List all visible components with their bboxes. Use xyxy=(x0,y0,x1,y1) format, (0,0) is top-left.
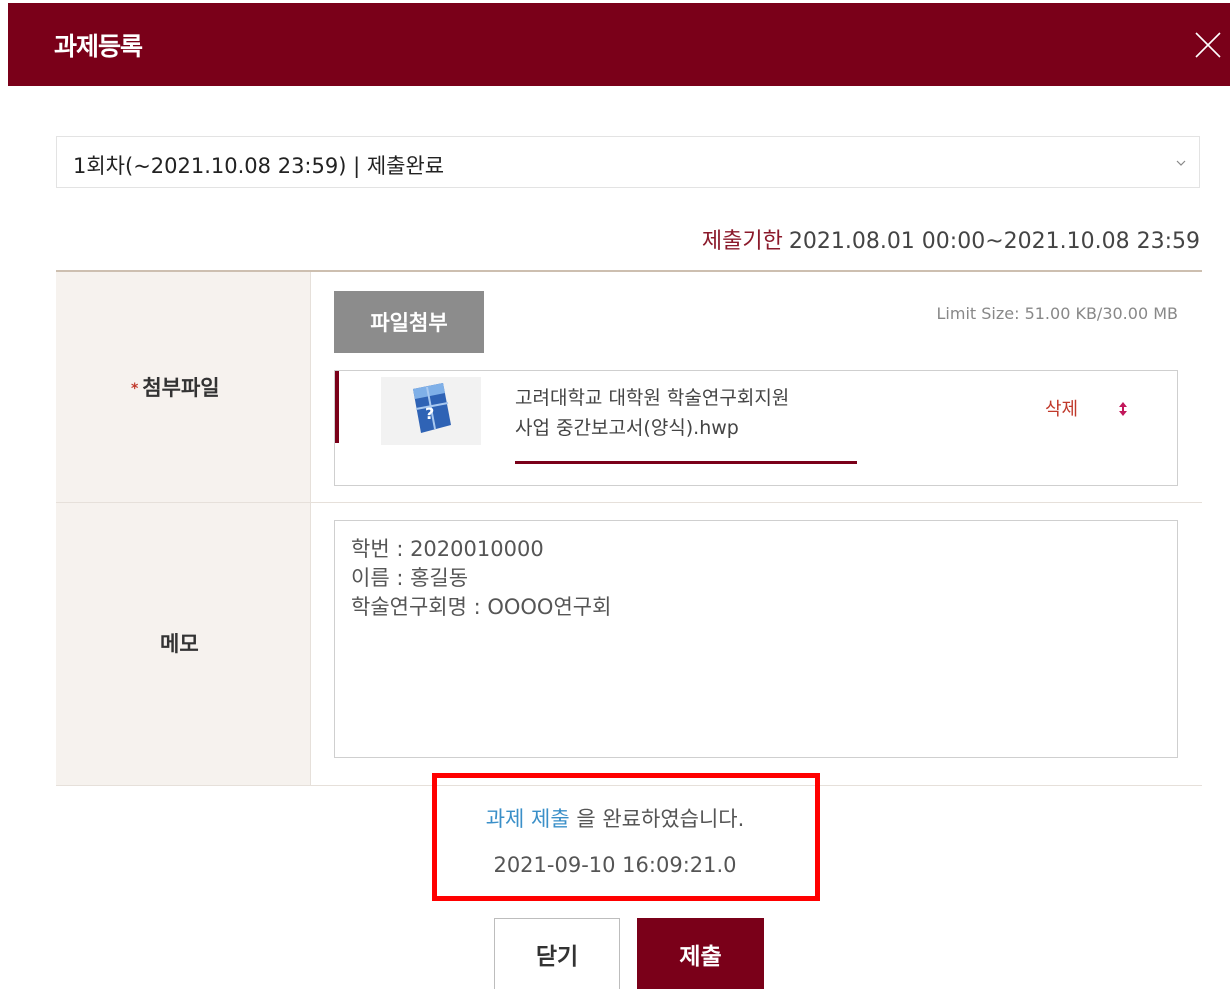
limit-size: Limit Size: 51.00 KB/30.00 MB xyxy=(936,304,1179,323)
memo-line: 학술연구회명 : OOOO연구회 xyxy=(351,595,612,619)
upload-progress-bar xyxy=(515,461,857,464)
memo-line: 이름 : 홍길동 xyxy=(351,566,469,590)
submission-timestamp: 2021-09-10 16:09:21.0 xyxy=(493,853,737,877)
deadline-label: 제출기한 xyxy=(701,229,783,254)
row-divider xyxy=(56,502,1202,503)
close-icon[interactable] xyxy=(1194,31,1222,59)
form-label-column xyxy=(56,272,311,785)
highlight-annotation xyxy=(432,773,820,901)
submission-link[interactable]: 과제 제출 xyxy=(486,807,570,831)
attachment-label-text: 첨부파일 xyxy=(142,376,220,400)
sort-handle-icon[interactable] xyxy=(1117,401,1129,417)
round-select[interactable]: 1회차(~2021.10.08 23:59) | 제출완료 xyxy=(56,136,1200,188)
file-name-line1: 고려대학교 대학원 학술연구회지원 xyxy=(515,387,790,409)
memo-textarea[interactable]: 학번 : 2020010000 이름 : 홍길동 학술연구회명 : OOOO연구… xyxy=(334,520,1178,758)
file-name-line2: 사업 중간보고서(양식).hwp xyxy=(515,417,739,439)
deadline-info: 제출기한 2021.08.01 00:00~2021.10.08 23:59 xyxy=(702,223,1200,255)
close-button[interactable]: 닫기 xyxy=(494,918,620,989)
submit-button[interactable]: 제출 xyxy=(637,918,764,989)
modal-title: 과제등록 xyxy=(54,32,143,61)
delete-file-button[interactable]: 삭제 xyxy=(1045,395,1078,421)
submission-status-message: 과제 제출 을 완료하였습니다. xyxy=(0,803,1230,833)
memo-label: 메모 xyxy=(160,632,199,656)
chevron-down-icon xyxy=(1176,160,1186,166)
svg-text:?: ? xyxy=(425,404,434,423)
attached-file-item: ? 고려대학교 대학원 학술연구회지원 사업 중간보고서(양식).hwp 삭제 xyxy=(334,370,1178,486)
deadline-value: 2021.08.01 00:00~2021.10.08 23:59 xyxy=(788,229,1200,254)
attach-file-button[interactable]: 파일첨부 xyxy=(334,291,484,353)
file-accent-bar xyxy=(335,371,339,443)
memo-line: 학번 : 2020010000 xyxy=(351,537,544,561)
required-mark: * xyxy=(131,381,139,397)
modal-header: 과제등록 xyxy=(8,3,1230,86)
attachment-label: * 첨부파일 xyxy=(131,372,220,402)
round-select-value: 1회차(~2021.10.08 23:59) | 제출완료 xyxy=(73,154,445,178)
status-message-text: 을 완료하였습니다. xyxy=(569,807,745,831)
file-name: 고려대학교 대학원 학술연구회지원 사업 중간보고서(양식).hwp xyxy=(515,383,789,443)
hwp-file-icon: ? xyxy=(381,377,481,445)
